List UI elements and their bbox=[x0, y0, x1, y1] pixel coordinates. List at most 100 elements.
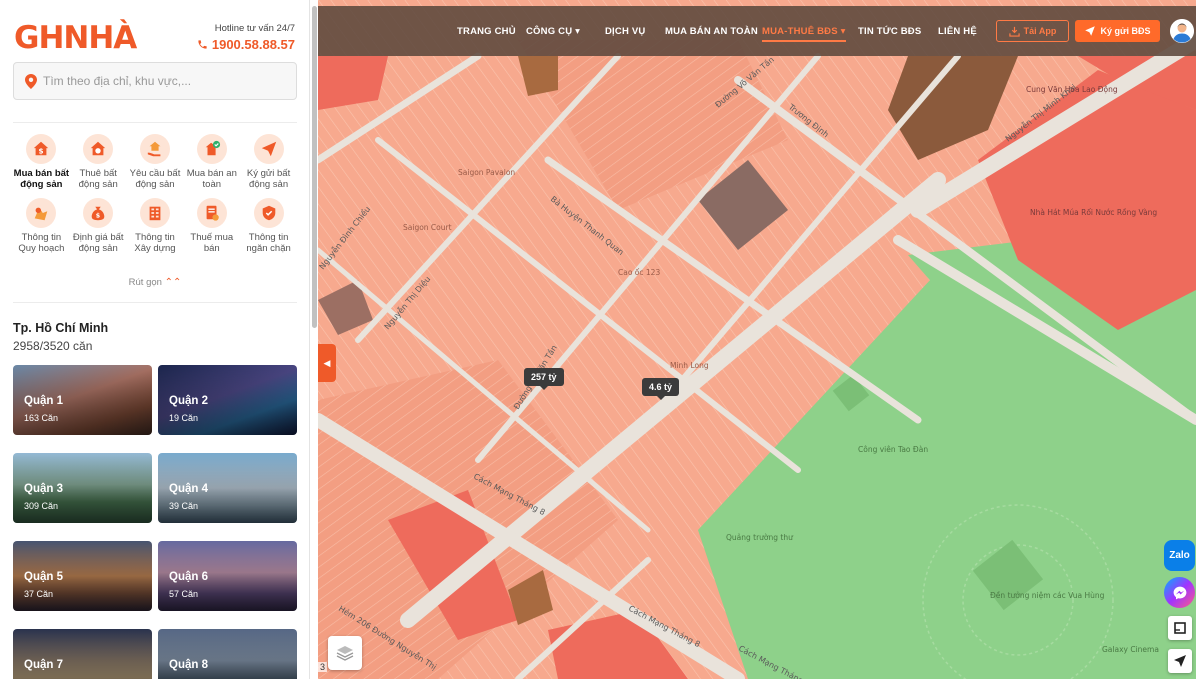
service-quy-hoach[interactable]: Thông tin Quy hoạch bbox=[13, 198, 70, 254]
nav-dich-vu[interactable]: DỊCH VỤ bbox=[605, 26, 645, 37]
map-pin-icon bbox=[25, 73, 37, 89]
hotline[interactable]: Hotline tư vấn 24/7 1900.58.88.57 bbox=[197, 23, 295, 52]
district-card-q4[interactable]: Quận 4 39 Căn bbox=[158, 453, 297, 523]
shield-check-icon bbox=[253, 198, 284, 228]
service-label: Thuê bất động sản bbox=[78, 168, 118, 190]
zalo-label: Zalo bbox=[1169, 550, 1190, 561]
map-base: Đường Võ Văn Tần Trương Định Nguyễn Thị … bbox=[318, 0, 1196, 679]
hotline-label: Hotline tư vấn 24/7 bbox=[214, 23, 295, 34]
safe-deal-icon bbox=[196, 134, 227, 164]
service-yeu-cau[interactable]: Yêu cầu bất động sản bbox=[127, 134, 184, 190]
service-label: Định giá bất động sản bbox=[72, 232, 124, 254]
svg-text:$: $ bbox=[39, 147, 44, 156]
nav-mua-ban-an-toan[interactable]: MUA BÁN AN TOÀN bbox=[665, 26, 758, 37]
card-shade bbox=[13, 629, 152, 679]
svg-text:$: $ bbox=[96, 213, 100, 220]
service-label: Thuế mua bán bbox=[190, 232, 234, 254]
service-label: Thông tin Xây dựng bbox=[134, 232, 176, 254]
paper-plane-icon bbox=[253, 134, 284, 164]
divider bbox=[13, 122, 297, 123]
nav-lien-he[interactable]: LIÊN HỆ bbox=[938, 26, 977, 37]
district-name: Quận 4 bbox=[169, 483, 208, 495]
search-input[interactable] bbox=[43, 74, 273, 88]
sidebar: GHNHÀ Hotline tư vấn 24/7 1900.58.88.57 … bbox=[0, 0, 310, 679]
district-count: 57 Căn bbox=[169, 589, 199, 599]
service-thue[interactable]: Thuê bất động sản bbox=[70, 134, 127, 190]
zalo-button[interactable]: Zalo bbox=[1164, 540, 1195, 571]
service-label: Thông tin ngăn chặn bbox=[246, 232, 291, 254]
brand-logo[interactable]: GHNHÀ bbox=[14, 20, 137, 56]
poi-label: Cung Văn Hóa Lao Động bbox=[1026, 85, 1118, 94]
user-avatar[interactable] bbox=[1170, 19, 1194, 43]
district-name: Quận 5 bbox=[24, 571, 63, 583]
poi-label: Nhà Hát Múa Rối Nước Rồng Vàng bbox=[1030, 208, 1157, 217]
service-mua-ban[interactable]: $ Mua bán bất động sản bbox=[13, 134, 70, 190]
map-layers-button[interactable] bbox=[328, 636, 362, 670]
collapse-label: Rút gọn bbox=[128, 277, 162, 288]
measure-icon bbox=[1174, 622, 1186, 634]
city-name: Tp. Hồ Chí Minh bbox=[13, 321, 109, 335]
post-listing-button[interactable]: Ký gửi BĐS bbox=[1075, 20, 1160, 42]
service-ky-gui[interactable]: Ký gửi bất động sản bbox=[240, 134, 297, 190]
building-icon bbox=[139, 198, 170, 228]
download-app-label: Tải App bbox=[1023, 26, 1057, 36]
district-count: 19 Căn bbox=[169, 413, 199, 423]
nav-label: MUA-THUÊ BĐS bbox=[762, 26, 838, 37]
map-scale: 3 bbox=[318, 662, 328, 672]
measure-button[interactable] bbox=[1168, 616, 1192, 640]
poi-label: Cao ốc 123 bbox=[618, 268, 660, 277]
poi-label: Công viên Tao Đàn bbox=[858, 445, 928, 454]
messenger-button[interactable] bbox=[1164, 577, 1195, 608]
user-icon bbox=[1170, 19, 1194, 43]
price-marker[interactable]: 257 tỷ bbox=[524, 368, 564, 390]
nav-label: CÔNG CỤ bbox=[526, 26, 573, 37]
district-card-q8[interactable]: Quận 8 bbox=[158, 629, 297, 679]
service-label: Mua bán bất động sản bbox=[13, 168, 70, 190]
hotline-number[interactable]: 1900.58.88.57 bbox=[197, 37, 295, 52]
divider bbox=[13, 302, 297, 303]
price-marker[interactable]: 4.6 tỷ bbox=[642, 378, 680, 400]
district-card-q5[interactable]: Quận 5 37 Căn bbox=[13, 541, 152, 611]
locate-button[interactable] bbox=[1168, 649, 1192, 673]
nav-cong-cu[interactable]: CÔNG CỤ ▾ bbox=[526, 26, 580, 37]
district-grid: Quận 1 163 Căn Quận 2 19 Căn Quận 3 309 … bbox=[13, 365, 297, 679]
district-card-q2[interactable]: Quận 2 19 Căn bbox=[158, 365, 297, 435]
service-label: Yêu cầu bất động sản bbox=[129, 168, 181, 190]
download-icon bbox=[1008, 26, 1020, 37]
district-card-q6[interactable]: Quận 6 57 Căn bbox=[158, 541, 297, 611]
service-label: Thông tin Quy hoạch bbox=[18, 232, 65, 254]
poi-label: Đền tưởng niệm các Vua Hùng bbox=[990, 591, 1105, 600]
money-bag-icon: $ bbox=[83, 198, 114, 228]
service-xay-dung[interactable]: Thông tin Xây dựng bbox=[127, 198, 184, 254]
service-ngan-chan[interactable]: Thông tin ngăn chặn bbox=[240, 198, 297, 254]
district-name: Quận 1 bbox=[24, 395, 63, 407]
nav-tin-tuc[interactable]: TIN TỨC BĐS bbox=[858, 26, 921, 37]
nav-trang-chu[interactable]: TRANG CHỦ bbox=[457, 26, 516, 37]
download-app-button[interactable]: Tải App bbox=[996, 20, 1069, 42]
service-label: Ký gửi bất động sản bbox=[246, 168, 291, 190]
collapse-button[interactable]: Rút gọn ⌃⌃ bbox=[0, 277, 309, 288]
tax-document-icon bbox=[196, 198, 227, 228]
phone-icon bbox=[198, 40, 207, 49]
nav-mua-thue-bds[interactable]: MUA-THUÊ BĐS ▾ bbox=[762, 26, 846, 42]
map-canvas[interactable]: Đường Võ Văn Tần Trương Định Nguyễn Thị … bbox=[318, 0, 1196, 679]
locate-icon bbox=[1174, 655, 1186, 667]
poi-label: Quảng trường thư bbox=[726, 533, 794, 542]
search-box[interactable] bbox=[13, 62, 297, 100]
sidebar-scrollbar[interactable] bbox=[312, 6, 317, 328]
chevron-left-icon: ◀ bbox=[323, 357, 331, 368]
service-an-toan[interactable]: Mua bán an toàn bbox=[183, 134, 240, 190]
district-count: 39 Căn bbox=[169, 501, 199, 511]
district-name: Quận 7 bbox=[24, 659, 63, 671]
top-navigation: TRANG CHỦ CÔNG CỤ ▾ DỊCH VỤ MUA BÁN AN T… bbox=[318, 6, 1196, 56]
service-dinh-gia[interactable]: $ Định giá bất động sản bbox=[70, 198, 127, 254]
collapse-sidebar-button[interactable]: ◀ bbox=[318, 344, 336, 382]
district-card-q1[interactable]: Quận 1 163 Căn bbox=[13, 365, 152, 435]
district-count: 37 Căn bbox=[24, 589, 54, 599]
service-thue-mua-ban[interactable]: Thuế mua bán bbox=[183, 198, 240, 254]
services-grid: $ Mua bán bất động sản Thuê bất động sản… bbox=[13, 134, 297, 254]
layers-icon bbox=[336, 646, 354, 661]
chevron-down-icon: ▾ bbox=[575, 26, 581, 37]
district-card-q7[interactable]: Quận 7 bbox=[13, 629, 152, 679]
district-card-q3[interactable]: Quận 3 309 Căn bbox=[13, 453, 152, 523]
